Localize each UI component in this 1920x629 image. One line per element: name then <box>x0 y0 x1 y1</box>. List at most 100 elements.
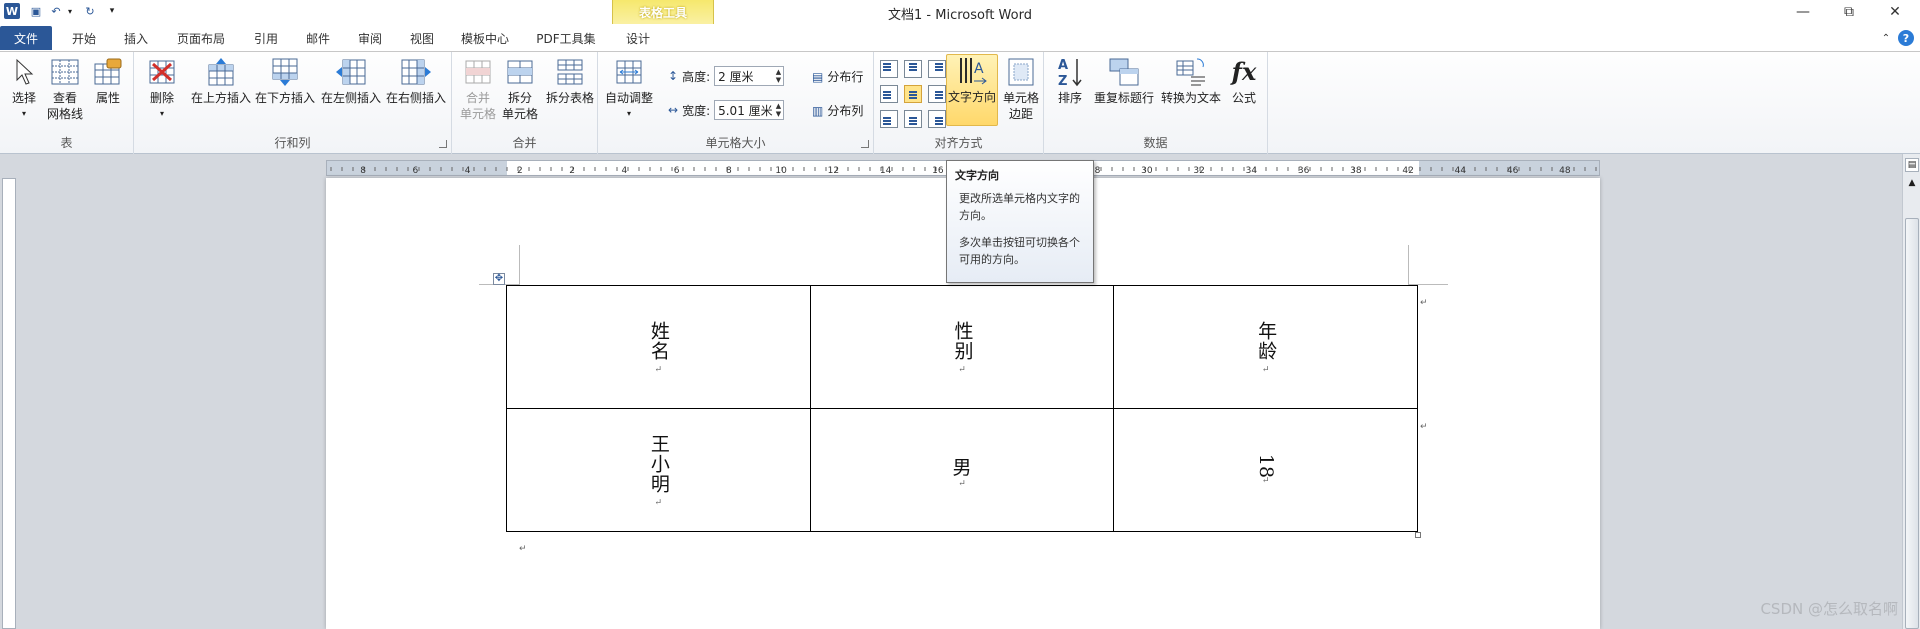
split-table-icon <box>554 56 586 88</box>
gridlines-icon <box>49 56 81 88</box>
ribbon: 选择 ▾ 查看 网格线 属性 表 删除 ▾ 在上方插入 在下方插入 在左侧插入 … <box>0 52 1920 154</box>
group-label-cell-size: 单元格大小 <box>705 136 766 150</box>
tab-template-center[interactable]: 模板中心 <box>452 28 518 48</box>
select-button[interactable]: 选择 ▾ <box>6 56 42 122</box>
group-label-merge: 合并 <box>512 136 537 150</box>
close-icon[interactable]: ✕ <box>1872 0 1918 24</box>
tab-file[interactable]: 文件 <box>0 26 52 50</box>
repeat-header-rows-button[interactable]: 重复标题行 <box>1092 56 1156 106</box>
distribute-rows-button[interactable]: ▤ 分布行 <box>812 68 863 85</box>
ruler-label: 12 <box>828 166 839 175</box>
view-gridlines-button[interactable]: 查看 网格线 <box>44 56 86 122</box>
align-bottom-left-icon[interactable] <box>880 110 898 128</box>
tab-insert[interactable]: 插入 <box>114 28 158 48</box>
spinner-arrows-icon[interactable]: ▲ ▼ <box>776 102 781 118</box>
dialog-launcher-icon[interactable]: . <box>439 140 447 148</box>
tab-home[interactable]: 开始 <box>62 28 106 48</box>
ruler-label: 10 <box>775 166 787 175</box>
table-cell[interactable]: 男 ↵ <box>809 408 1115 532</box>
insert-column-left-icon <box>335 56 367 88</box>
insert-right-button[interactable]: 在右侧插入 <box>384 56 448 106</box>
merge-cells-button[interactable]: 合并 单元格 <box>458 56 498 122</box>
ruler-label: 38 <box>1350 166 1362 175</box>
table-properties-icon <box>92 56 124 88</box>
insert-row-below-icon <box>269 56 301 88</box>
height-input[interactable]: 2 厘米 ▲ ▼ <box>714 66 785 86</box>
table-cell[interactable]: 18 ↵ <box>1113 408 1418 532</box>
tab-review[interactable]: 审阅 <box>348 28 392 48</box>
document-table[interactable]: 姓名 ↵ 性别 ↵ 年龄 ↵ 王小明 ↵ 男 ↵ 18 ↵ <box>506 285 1418 532</box>
text-direction-button[interactable]: A 文字方向 <box>946 54 998 126</box>
table-cell[interactable]: 性别 ↵ <box>809 285 1115 409</box>
width-input[interactable]: 5.01 厘米 ▲ ▼ <box>714 100 785 120</box>
tab-pdf-tools[interactable]: PDF工具集 <box>526 28 606 48</box>
ruler-label: 4 <box>465 166 471 175</box>
group-label-alignment: 对齐方式 <box>934 136 983 150</box>
table-move-handle-icon[interactable]: ✥ <box>493 273 505 285</box>
insert-above-button[interactable]: 在上方插入 <box>190 56 252 106</box>
delete-button[interactable]: 删除 ▾ <box>142 56 182 122</box>
tab-references[interactable]: 引用 <box>244 28 288 48</box>
tab-design[interactable]: 设计 <box>614 28 662 48</box>
align-top-left-icon[interactable] <box>880 60 898 78</box>
tab-page-layout[interactable]: 页面布局 <box>166 28 236 48</box>
scroll-up-icon[interactable]: ▲ <box>1905 178 1919 192</box>
tab-mailings[interactable]: 邮件 <box>296 28 340 48</box>
formula-button[interactable]: fx 公式 <box>1226 56 1262 106</box>
insert-left-button[interactable]: 在左侧插入 <box>320 56 382 106</box>
row-height-icon: ↕ <box>668 69 679 83</box>
ruler-label: 32 <box>1193 166 1204 175</box>
ruler-label: 44 <box>1455 166 1467 175</box>
group-label-table: 表 <box>60 136 73 150</box>
restore-icon[interactable]: ⧉ <box>1826 0 1872 24</box>
cell-end-mark: ↵ <box>654 364 663 375</box>
repeat-header-icon <box>1108 56 1140 88</box>
cell-end-mark: ↵ <box>958 478 966 489</box>
title-bar: W ▣ ↶ ▾ ↻ ▾ 文档1 - Microsoft Word — ⧉ ✕ <box>0 0 1920 24</box>
vertical-scrollbar[interactable]: ▤ ▲ <box>1902 154 1920 629</box>
table-cell[interactable]: 姓名 ↵ <box>506 285 811 409</box>
distribute-rows-icon: ▤ <box>812 69 824 84</box>
chevron-down-icon: ▾ <box>626 109 631 118</box>
autofit-button[interactable]: 自动调整 ▾ <box>604 56 654 122</box>
align-middle-left-icon[interactable] <box>880 85 898 103</box>
properties-button[interactable]: 属性 <box>90 56 126 106</box>
align-top-right-icon[interactable] <box>928 60 946 78</box>
tab-view[interactable]: 视图 <box>400 28 444 48</box>
table-cell[interactable]: 王小明 ↵ <box>506 408 811 532</box>
group-merge: 合并 单元格 拆分 单元格 拆分表格 合并 <box>452 52 598 154</box>
group-data: AZ 排序 重复标题行 转换为文本 fx 公式 数据 <box>1044 52 1268 154</box>
cell-margins-button[interactable]: 单元格 边距 <box>1000 56 1042 122</box>
table-cell[interactable]: 年龄 ↵ <box>1113 285 1418 409</box>
ruler-toggle-icon[interactable]: ▤ <box>1905 158 1919 172</box>
sort-button[interactable]: AZ 排序 <box>1054 56 1086 106</box>
insert-below-button[interactable]: 在下方插入 <box>254 56 316 106</box>
ruler-label: 4 <box>622 166 628 175</box>
align-top-center-icon[interactable] <box>904 60 922 78</box>
dialog-launcher-icon[interactable]: . <box>861 140 869 148</box>
align-bottom-right-icon[interactable] <box>928 110 946 128</box>
ruler-label: 2 <box>569 166 575 175</box>
chevron-down-icon: ▾ <box>159 109 164 118</box>
minimize-icon[interactable]: — <box>1780 0 1826 24</box>
split-table-button[interactable]: 拆分表格 <box>544 56 596 106</box>
scrollbar-thumb[interactable] <box>1905 218 1919 629</box>
ruler-label: 2 <box>517 166 523 175</box>
convert-to-text-button[interactable]: 转换为文本 <box>1158 56 1224 106</box>
ruler-label: 8 <box>726 166 732 175</box>
text-direction-icon: A <box>956 55 988 87</box>
split-cells-button[interactable]: 拆分 单元格 <box>500 56 540 122</box>
spinner-arrows-icon[interactable]: ▲ ▼ <box>776 68 781 84</box>
help-icon[interactable]: ? <box>1898 30 1914 46</box>
align-middle-right-icon[interactable] <box>928 85 946 103</box>
table-resize-handle-icon[interactable] <box>1415 532 1421 538</box>
column-width-icon: ↔ <box>668 103 679 117</box>
minimize-ribbon-icon[interactable]: ⌃ <box>1878 28 1894 48</box>
chevron-down-icon: ▾ <box>21 109 26 118</box>
merge-cells-icon <box>462 56 494 88</box>
ruler-label: 42 <box>1402 166 1413 175</box>
align-bottom-center-icon[interactable] <box>904 110 922 128</box>
vertical-ruler[interactable] <box>2 178 16 629</box>
align-middle-center-icon[interactable] <box>904 85 922 103</box>
distribute-columns-button[interactable]: ▥ 分布列 <box>812 102 863 119</box>
